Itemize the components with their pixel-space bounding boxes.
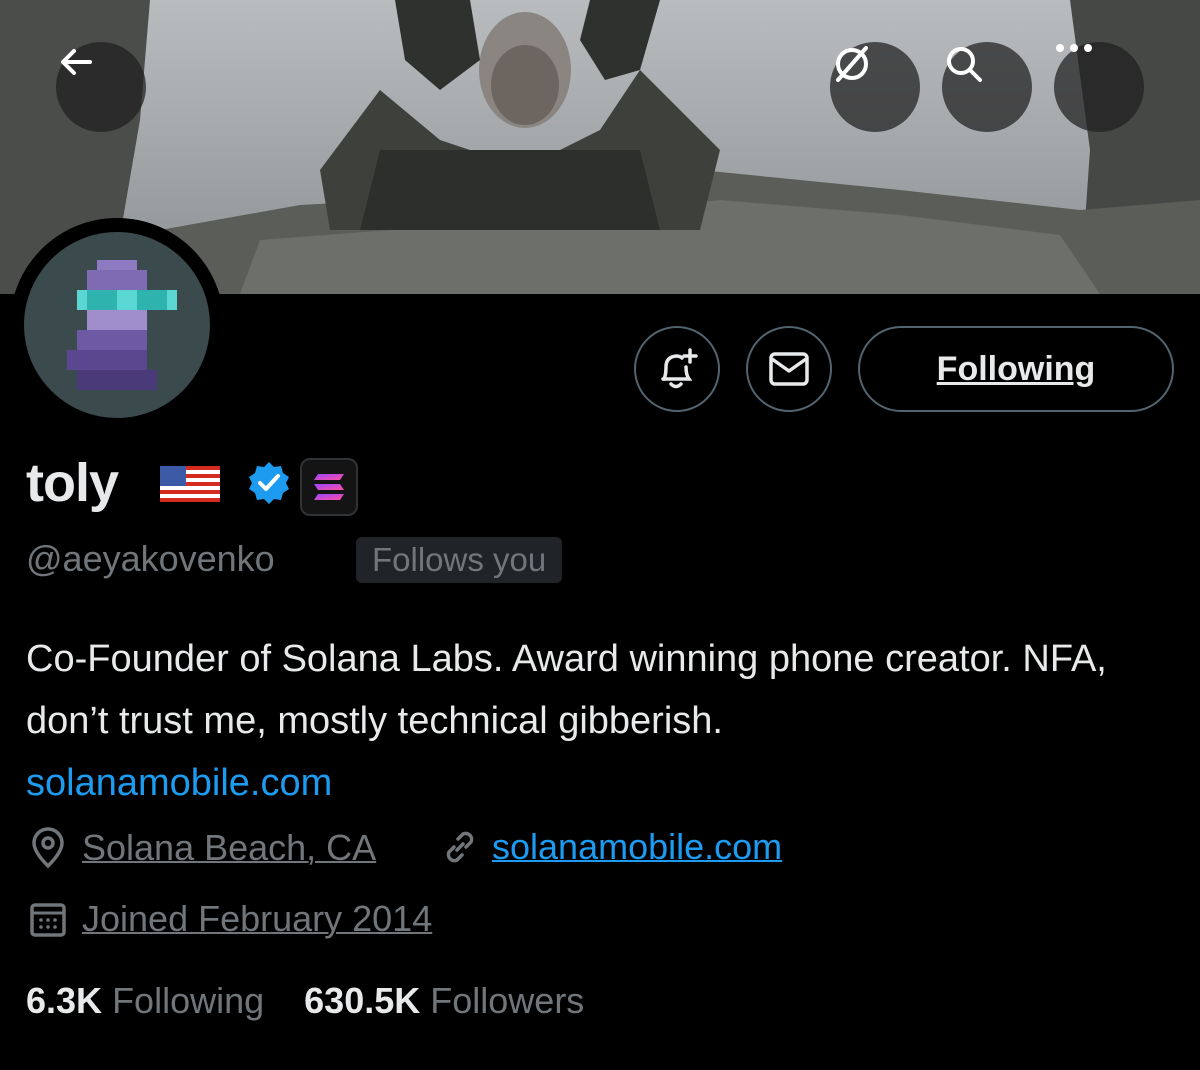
envelope-icon [769, 352, 809, 386]
followers-count: 630.5K [304, 980, 421, 1021]
link-icon [446, 831, 474, 863]
message-button[interactable] [746, 326, 832, 412]
grok-button[interactable] [830, 42, 920, 132]
solana-logo-icon [314, 474, 344, 500]
display-name: toly [26, 453, 119, 513]
handle: @aeyakovenko [26, 538, 275, 579]
arrow-left-icon [61, 49, 92, 75]
grok-icon [836, 46, 868, 82]
followers-stat[interactable]: 630.5K Followers [304, 980, 584, 1021]
following-count: 6.3K [26, 980, 103, 1021]
pixel-avatar-icon [67, 260, 177, 390]
search-icon [947, 47, 982, 82]
more-dots-icon [1056, 44, 1092, 52]
more-button[interactable] [1054, 42, 1144, 132]
joined-item: Joined February 2014 [28, 898, 432, 940]
follow-stats: 6.3K Following 630.5K Followers [26, 980, 584, 1022]
bio-link[interactable]: solanamobile.com [26, 752, 1176, 814]
following-stat[interactable]: 6.3K Following [26, 980, 264, 1021]
location-text[interactable]: Solana Beach, CA [82, 827, 376, 869]
notifications-button[interactable] [634, 326, 720, 412]
avatar[interactable] [10, 218, 224, 432]
avatar-image [24, 232, 210, 418]
website-item: solanamobile.com [440, 826, 782, 868]
back-button[interactable] [56, 42, 146, 132]
affiliation-badge[interactable] [300, 458, 358, 516]
follows-you-badge: Follows you [356, 537, 563, 583]
bio: Co-Founder of Solana Labs. Award winning… [26, 628, 1176, 814]
calendar-icon [30, 903, 66, 937]
location-item: Solana Beach, CA [28, 826, 376, 870]
website-link[interactable]: solanamobile.com [492, 826, 782, 868]
followers-stat-label: Followers [430, 980, 585, 1021]
search-button[interactable] [942, 42, 1032, 132]
verified-badge-icon [249, 462, 289, 504]
location-pin-icon [32, 827, 64, 869]
following-button[interactable]: Following [858, 326, 1174, 412]
bell-plus-icon [661, 348, 698, 389]
us-flag-icon [160, 466, 220, 502]
following-stat-label: Following [112, 980, 265, 1021]
bio-text: Co-Founder of Solana Labs. Award winning… [26, 638, 1107, 742]
joined-text: Joined February 2014 [82, 898, 433, 939]
